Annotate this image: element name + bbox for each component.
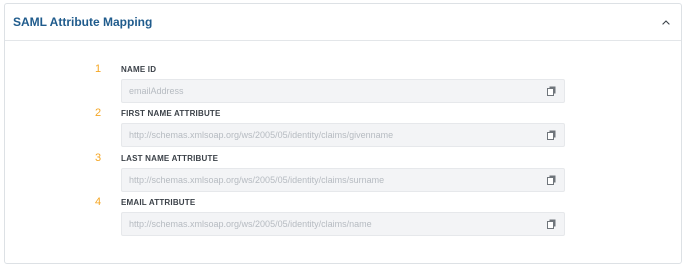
first-name-attribute-input[interactable]: http://schemas.xmlsoap.org/ws/2005/05/id… [121, 123, 565, 147]
panel-header[interactable]: SAML Attribute Mapping [5, 4, 681, 41]
copy-icon[interactable] [547, 130, 556, 140]
input-placeholder: emailAddress [129, 86, 184, 96]
email-attribute-field: 4 EMAIL ATTRIBUTE http://schemas.xmlsoap… [95, 196, 565, 236]
field-label: FIRST NAME ATTRIBUTE [121, 109, 221, 118]
copy-icon[interactable] [547, 219, 556, 229]
field-number: 2 [95, 107, 102, 119]
input-placeholder: http://schemas.xmlsoap.org/ws/2005/05/id… [129, 175, 385, 185]
field-label: NAME ID [121, 65, 157, 74]
panel-title: SAML Attribute Mapping [13, 15, 153, 29]
last-name-attribute-field: 3 LAST NAME ATTRIBUTE http://schemas.xml… [95, 152, 565, 192]
saml-attribute-mapping-panel: SAML Attribute Mapping 1 NAME ID emailAd… [4, 3, 682, 264]
panel-body: 1 NAME ID emailAddress 2 FIRST NAME ATTR… [5, 41, 681, 263]
email-attribute-input[interactable]: http://schemas.xmlsoap.org/ws/2005/05/id… [121, 212, 565, 236]
name-id-input[interactable]: emailAddress [121, 79, 565, 103]
copy-icon[interactable] [547, 175, 556, 185]
copy-icon[interactable] [547, 86, 556, 96]
input-placeholder: http://schemas.xmlsoap.org/ws/2005/05/id… [129, 130, 394, 140]
field-number: 3 [95, 152, 102, 164]
input-placeholder: http://schemas.xmlsoap.org/ws/2005/05/id… [129, 219, 372, 229]
field-number: 1 [95, 63, 102, 75]
field-label: LAST NAME ATTRIBUTE [121, 154, 219, 163]
last-name-attribute-input[interactable]: http://schemas.xmlsoap.org/ws/2005/05/id… [121, 168, 565, 192]
name-id-field: 1 NAME ID emailAddress [95, 63, 565, 103]
first-name-attribute-field: 2 FIRST NAME ATTRIBUTE http://schemas.xm… [95, 107, 565, 147]
field-number: 4 [95, 196, 102, 208]
field-label: EMAIL ATTRIBUTE [121, 198, 196, 207]
chevron-up-icon[interactable] [661, 17, 671, 27]
